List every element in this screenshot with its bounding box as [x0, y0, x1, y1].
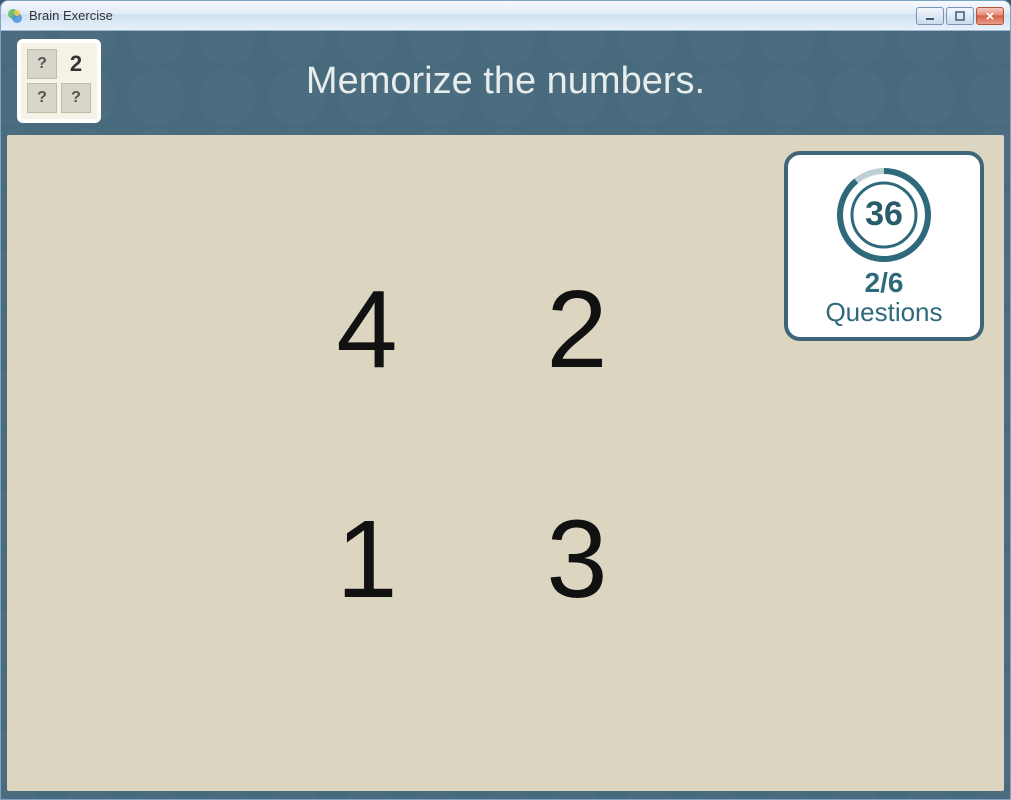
- progress-text: 2/6 Questions: [825, 268, 942, 327]
- instruction-text: Memorize the numbers.: [101, 60, 994, 103]
- numbers-grid: 4 2 1 3: [307, 275, 637, 665]
- thumb-cell-question-icon: ?: [27, 83, 57, 113]
- progress-card: 36 2/6 Questions: [784, 151, 984, 341]
- thumb-cell-question-icon: ?: [27, 49, 57, 79]
- play-area: 4 2 1 3 36 2/6 Questions: [7, 135, 1004, 791]
- window-title: Brain Exercise: [29, 8, 916, 23]
- window-controls: [916, 7, 1004, 25]
- game-thumbnail: ? 2 ? ?: [17, 39, 101, 123]
- instruction-band: ? 2 ? ? Memorize the numbers.: [1, 31, 1010, 131]
- close-button[interactable]: [976, 7, 1004, 25]
- minimize-button[interactable]: [916, 7, 944, 25]
- app-window: Brain Exercise ? 2 ? ? Memorize the numb…: [0, 0, 1011, 800]
- timer-value: 36: [865, 195, 903, 234]
- content-area: ? 2 ? ? Memorize the numbers. 4 2 1 3: [1, 31, 1010, 799]
- memorize-number: 4: [307, 275, 427, 435]
- thumb-cell-question-icon: ?: [61, 83, 91, 113]
- memorize-number: 1: [307, 505, 427, 665]
- titlebar[interactable]: Brain Exercise: [1, 1, 1010, 31]
- memorize-number: 3: [517, 505, 637, 665]
- progress-fraction: 2/6: [825, 268, 942, 299]
- progress-label: Questions: [825, 298, 942, 327]
- maximize-button[interactable]: [946, 7, 974, 25]
- thumb-cell-number: 2: [61, 49, 91, 79]
- timer-ring-icon: 36: [834, 165, 934, 264]
- app-icon: [7, 8, 23, 24]
- memorize-number: 2: [517, 275, 637, 435]
